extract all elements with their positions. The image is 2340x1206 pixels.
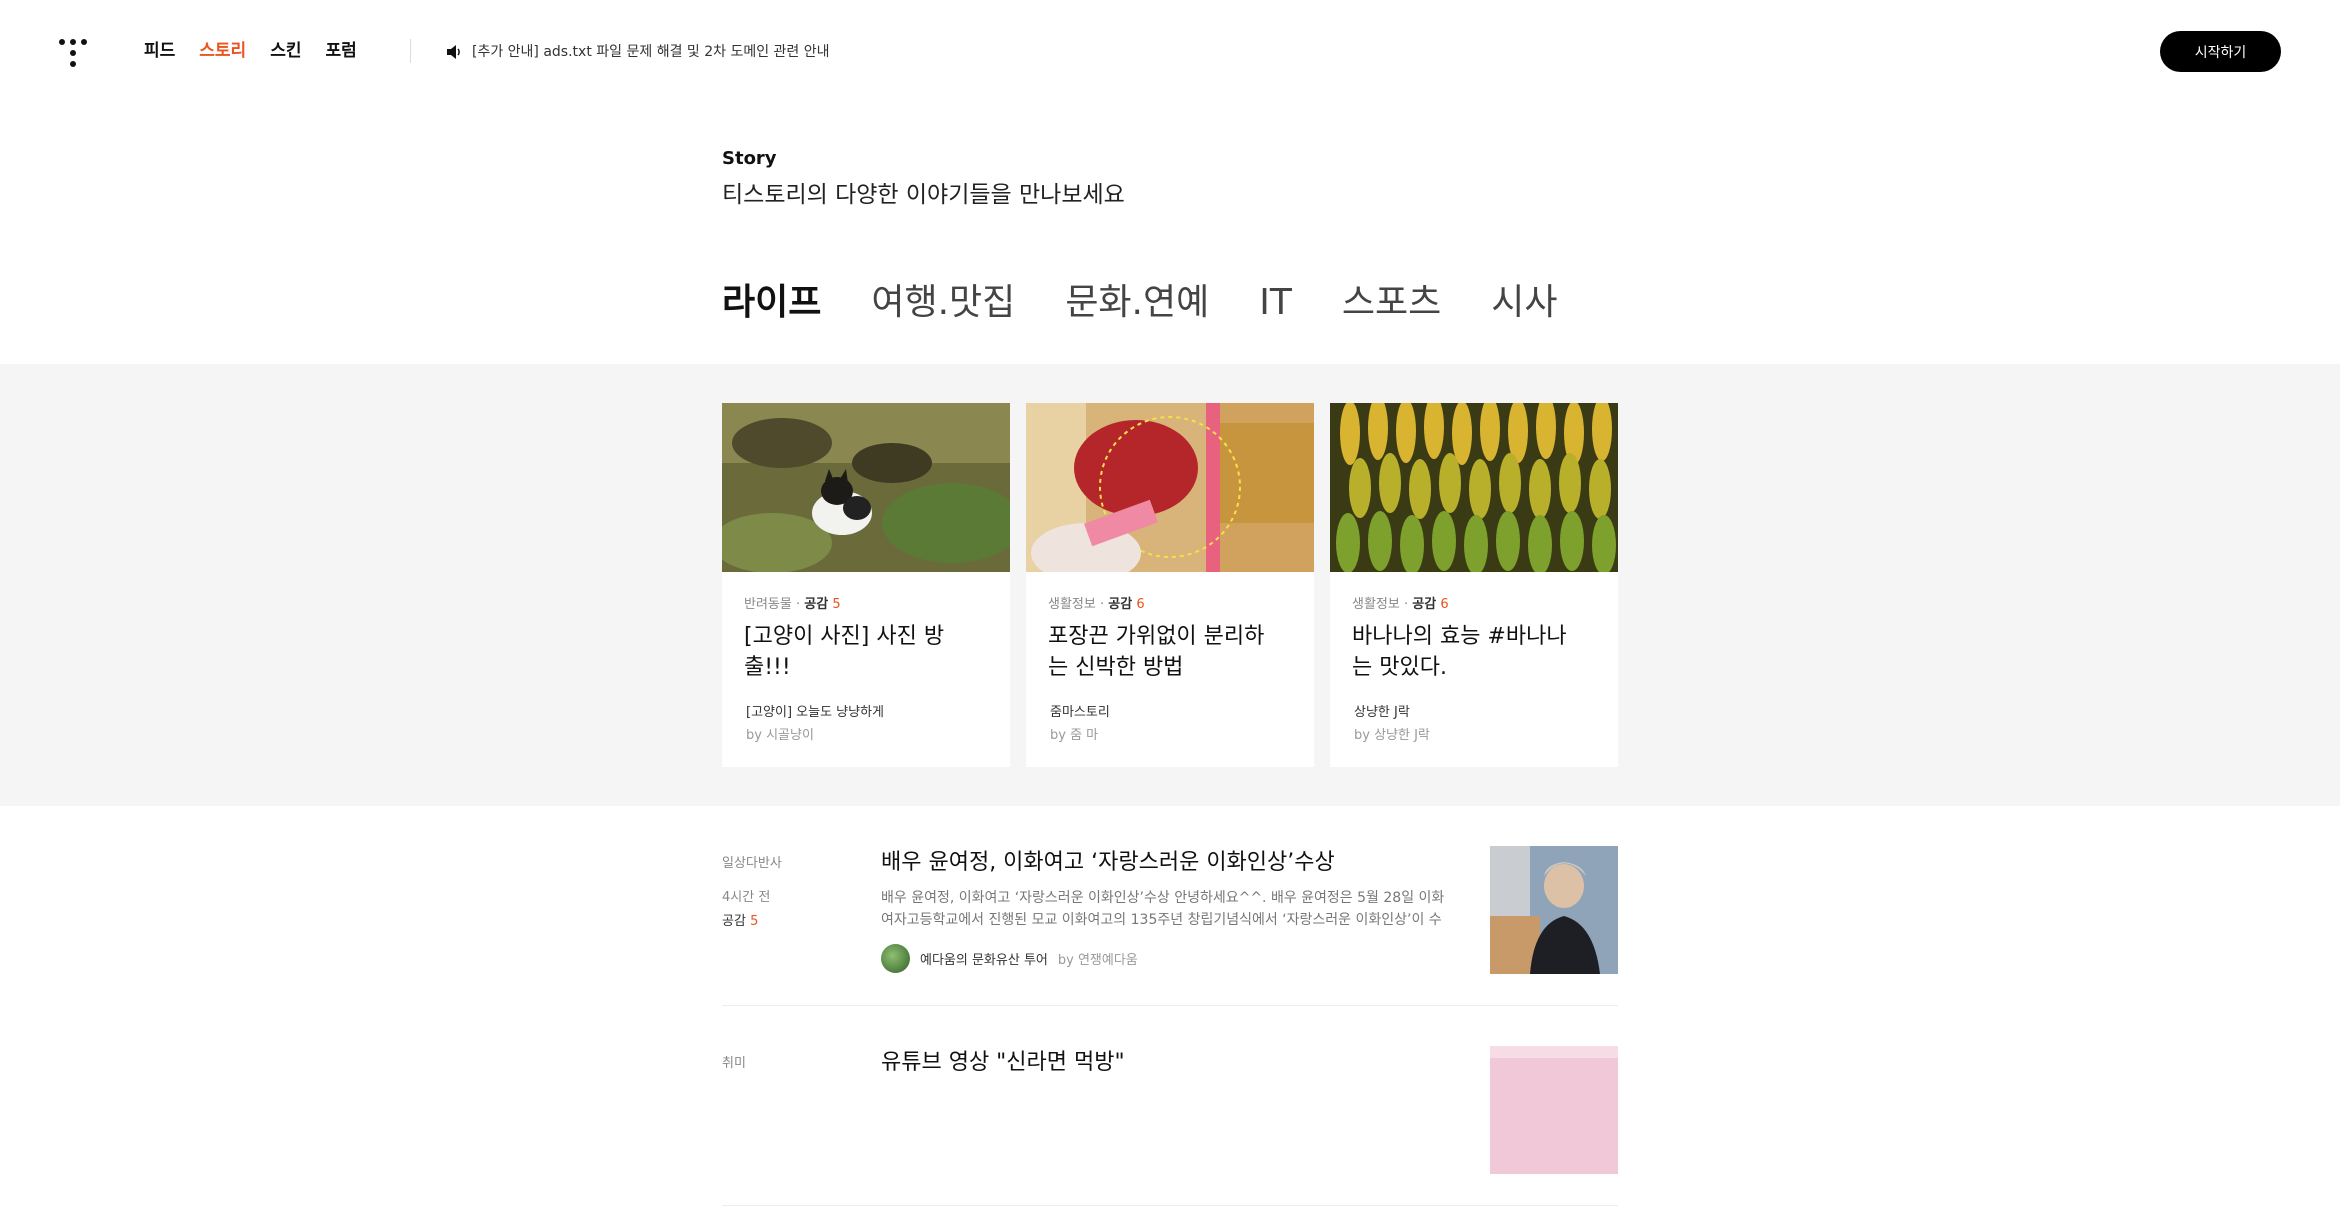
story-card[interactable]: 생활정보 · 공감 6 바나나의 효능 #바나나는 맛있다. 상냥한 J락 by… bbox=[1330, 403, 1618, 767]
card-meta: 생활정보 · 공감 6 bbox=[1048, 597, 1145, 612]
card-thumbnail bbox=[1330, 403, 1618, 572]
card-meta: 반려동물 · 공감 5 bbox=[744, 597, 841, 612]
start-button[interactable]: 시작하기 bbox=[2160, 31, 2281, 72]
list-item-category: 일상다반사 bbox=[722, 856, 782, 871]
tab-current-affairs[interactable]: 시사 bbox=[1491, 276, 1557, 330]
card-thumbnail bbox=[722, 403, 1010, 572]
list-item-title[interactable]: 유튜브 영상 "신라면 먹방" bbox=[881, 1048, 1125, 1078]
main-nav: 피드 스토리 스킨 포럼 bbox=[144, 37, 357, 65]
list-item-title[interactable]: 배우 윤여정, 이화여고 ‘자랑스러운 이화인상’수상 bbox=[881, 848, 1335, 878]
card-blog-name: [고양이] 오늘도 냥냥하게 bbox=[746, 705, 885, 720]
story-card[interactable]: 생활정보 · 공감 6 포장끈 가위없이 분리하는 신박한 방법 줌마스토리 b… bbox=[1026, 403, 1314, 767]
card-title[interactable]: 바나나의 효능 #바나나는 맛있다. bbox=[1352, 621, 1582, 683]
speaker-icon bbox=[447, 45, 460, 59]
nav-item-story[interactable]: 스토리 bbox=[199, 37, 246, 65]
list-item-category: 취미 bbox=[722, 1056, 746, 1071]
list-item-summary: 배우 윤여정, 이화여고 ‘자랑스러운 이화인상’수상 안녕하세요^^. 배우 … bbox=[881, 890, 1445, 928]
list-item-blog[interactable]: 예다움의 문화유산 투어 by 연쟁예다움 bbox=[881, 944, 1138, 973]
header-divider bbox=[410, 39, 411, 63]
avatar bbox=[881, 944, 910, 973]
card-author: by 줌 마 bbox=[1050, 728, 1099, 743]
category-tabs: 라이프 여행.맛집 문화.연예 IT 스포츠 시사 bbox=[722, 276, 1557, 330]
top-header: 피드 스토리 스킨 포럼 [추가 안내] ads.txt 파일 문제 해결 및 … bbox=[0, 0, 2340, 104]
tab-it[interactable]: IT bbox=[1259, 276, 1292, 330]
tistory-logo-icon[interactable] bbox=[57, 37, 89, 69]
nav-item-skin[interactable]: 스킨 bbox=[270, 37, 301, 65]
page-title: Story bbox=[722, 148, 777, 169]
story-card[interactable]: 반려동물 · 공감 5 [고양이 사진] 사진 방출!!! [고양이] 오늘도 … bbox=[722, 403, 1010, 767]
list-item-time: 4시간 전 bbox=[722, 890, 771, 905]
list-item-likes: 공감 5 bbox=[722, 914, 759, 929]
notice-text: [추가 안내] ads.txt 파일 문제 해결 및 2차 도메인 관련 안내 bbox=[472, 44, 830, 60]
story-list: 일상다반사 4시간 전 공감 5 배우 윤여정, 이화여고 ‘자랑스러운 이화인… bbox=[722, 806, 1618, 1206]
tab-life[interactable]: 라이프 bbox=[722, 276, 822, 330]
featured-cards: 반려동물 · 공감 5 [고양이 사진] 사진 방출!!! [고양이] 오늘도 … bbox=[722, 403, 1618, 767]
card-title[interactable]: [고양이 사진] 사진 방출!!! bbox=[744, 621, 974, 683]
list-item[interactable]: 일상다반사 4시간 전 공감 5 배우 윤여정, 이화여고 ‘자랑스러운 이화인… bbox=[722, 806, 1618, 1006]
list-item-blog-name: 예다움의 문화유산 투어 bbox=[920, 953, 1048, 968]
card-title[interactable]: 포장끈 가위없이 분리하는 신박한 방법 bbox=[1048, 621, 1278, 683]
card-thumbnail bbox=[1026, 403, 1314, 572]
nav-item-feed[interactable]: 피드 bbox=[144, 37, 175, 65]
tab-culture[interactable]: 문화.연예 bbox=[1065, 276, 1209, 330]
tab-sports[interactable]: 스포츠 bbox=[1342, 276, 1441, 330]
list-item[interactable]: 취미 유튜브 영상 "신라면 먹방" bbox=[722, 1006, 1618, 1206]
card-author: by 상냥한 J락 bbox=[1354, 728, 1430, 743]
list-item-thumbnail bbox=[1490, 846, 1618, 974]
list-item-author: by 연쟁예다움 bbox=[1057, 953, 1138, 968]
card-meta: 생활정보 · 공감 6 bbox=[1352, 597, 1449, 612]
nav-item-forum[interactable]: 포럼 bbox=[325, 37, 356, 65]
notice-link[interactable]: [추가 안내] ads.txt 파일 문제 해결 및 2차 도메인 관련 안내 bbox=[446, 40, 830, 64]
story-intro: Story 티스토리의 다양한 이야기들을 만나보세요 bbox=[722, 146, 1125, 212]
card-author: by 시골냥이 bbox=[746, 728, 814, 743]
page-subtitle: 티스토리의 다양한 이야기들을 만나보세요 bbox=[722, 182, 1125, 208]
card-blog-name: 줌마스토리 bbox=[1050, 705, 1110, 720]
card-blog-name: 상냥한 J락 bbox=[1354, 705, 1410, 720]
tab-travel-food[interactable]: 여행.맛집 bbox=[871, 276, 1015, 330]
list-item-thumbnail bbox=[1490, 1046, 1618, 1174]
